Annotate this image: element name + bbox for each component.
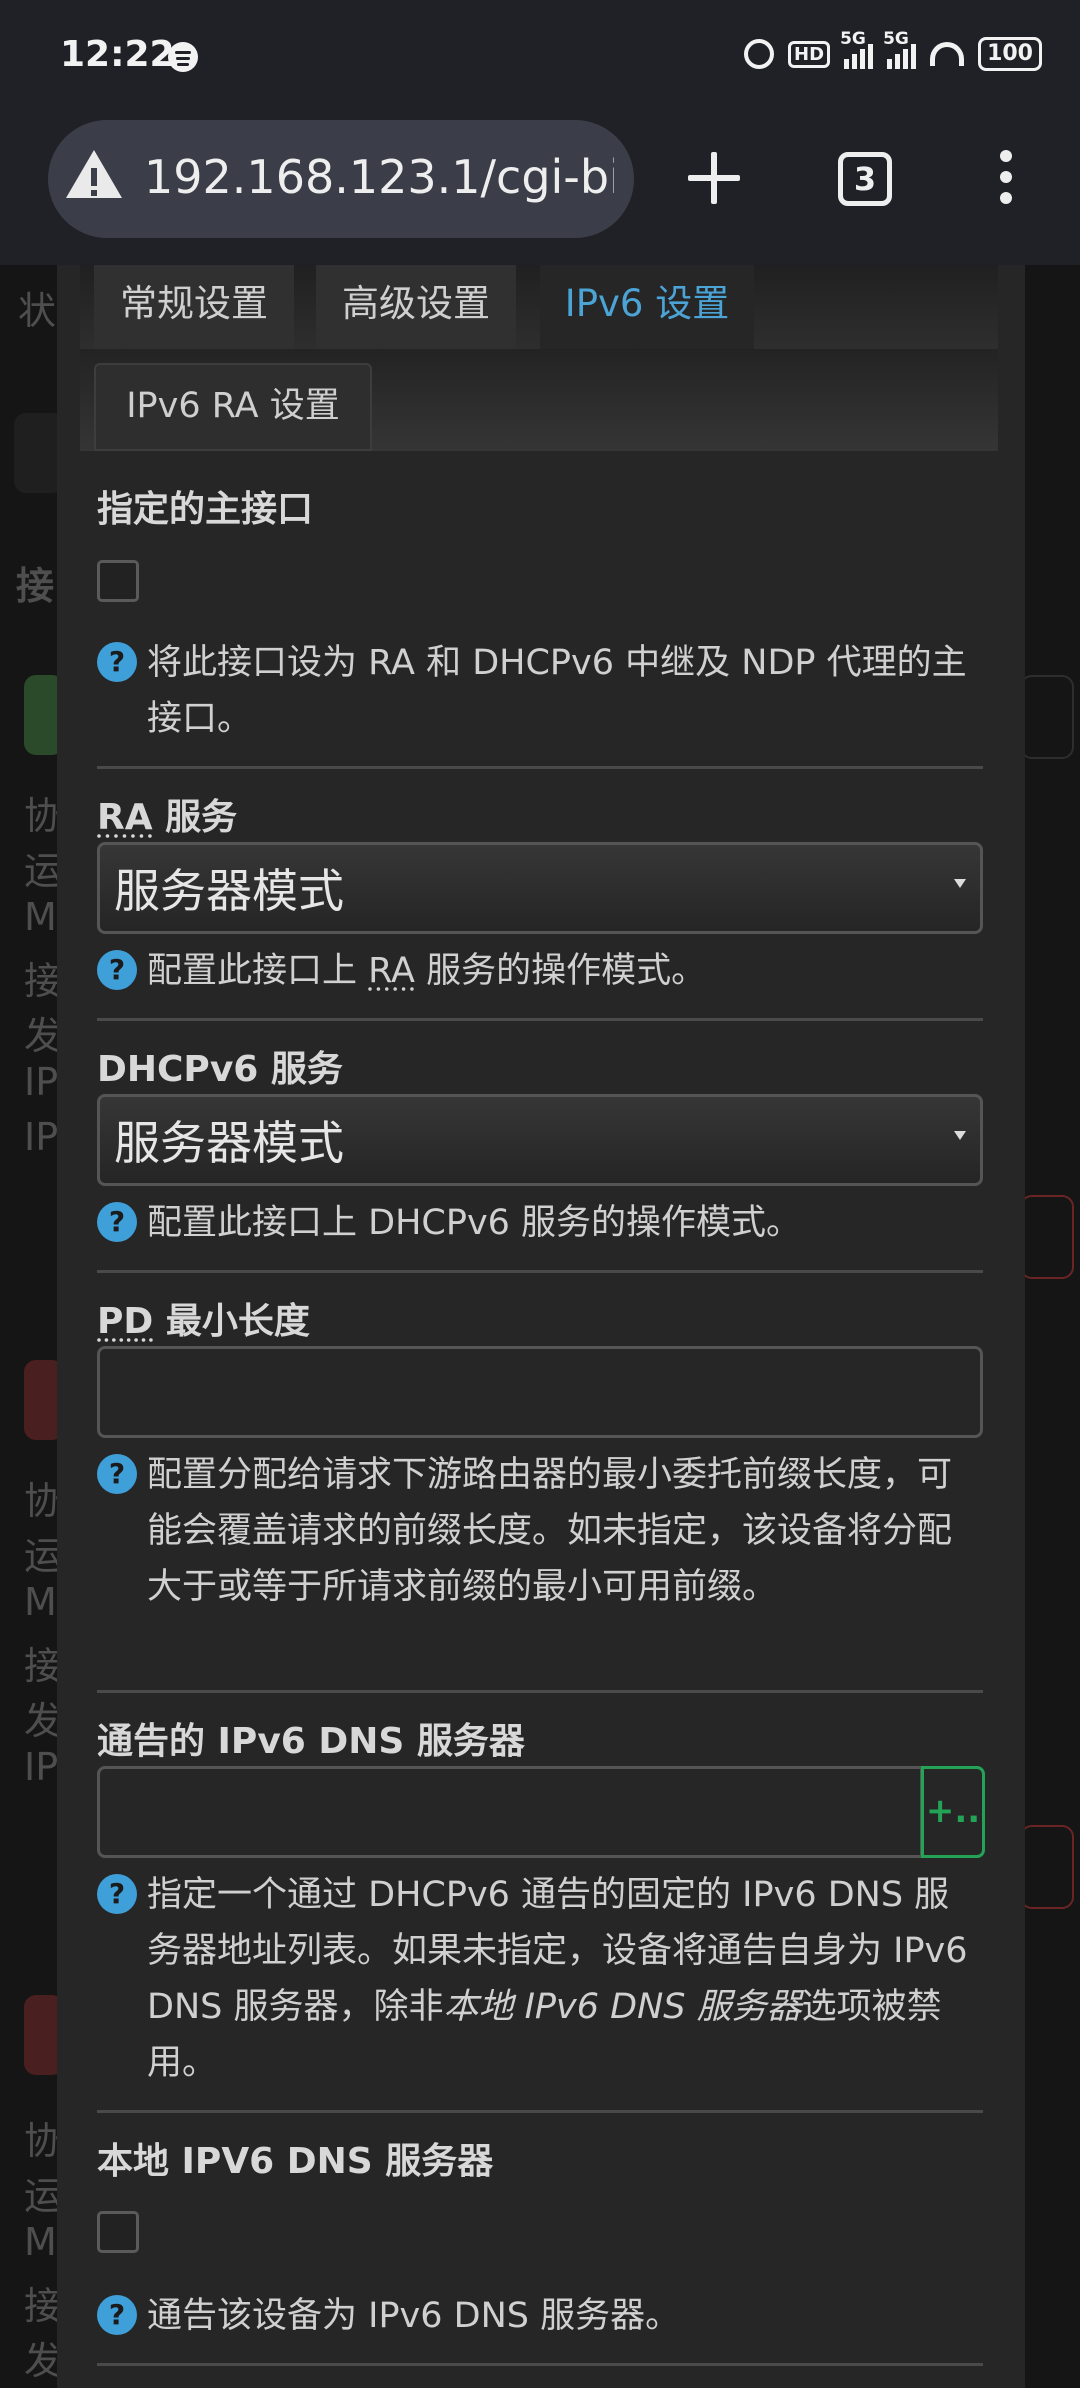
help-text: 通告该设备为 IPv6 DNS 服务器。 bbox=[147, 2296, 681, 2336]
help-icon: ? bbox=[97, 1202, 137, 1242]
url-text[interactable]: 192.168.123.1/cgi-bin/luci/ bbox=[144, 150, 614, 210]
help-icon: ? bbox=[97, 1874, 137, 1914]
ra-service-label-text: 服务 bbox=[152, 797, 238, 838]
pd-min-length-help: ? 配置分配给请求下游路由器的最小委托前缀长度，可能会覆盖请求的前缀长度。如未指… bbox=[97, 1447, 983, 1615]
bg-text: M bbox=[24, 1580, 57, 1624]
bg-text: M bbox=[24, 895, 57, 939]
dhcpv6-service-label: DHCPv6 服务 bbox=[97, 1049, 343, 1090]
bg-text: M bbox=[24, 2220, 57, 2264]
tab-advanced-settings[interactable]: 高级设置 bbox=[316, 265, 516, 349]
help-text: 配置分配给请求下游路由器的最小委托前缀长度，可能会覆盖请求的前缀长度。如未指定，… bbox=[147, 1455, 953, 1607]
announced-dns-help: ? 指定一个通过 DHCPv6 通告的固定的 IPv6 DNS 服务器地址列表。… bbox=[97, 1867, 983, 2091]
master-interface-checkbox[interactable] bbox=[97, 560, 139, 602]
local-dns-help: ? 通告该设备为 IPv6 DNS 服务器。 bbox=[97, 2288, 983, 2344]
chevron-down-icon bbox=[954, 1131, 966, 1140]
help-icon: ? bbox=[97, 642, 137, 682]
browser-chrome: 12:22 HD 5G 5G 100 192.168.123.1/cgi-bin… bbox=[0, 0, 1080, 265]
battery-icon: 100 bbox=[978, 37, 1042, 71]
announced-dns-input[interactable] bbox=[97, 1766, 923, 1858]
pd-min-length-label: PD 最小长度 bbox=[97, 1292, 310, 1344]
dhcpv6-service-select[interactable]: 服务器模式 bbox=[97, 1094, 983, 1186]
local-dns-label: 本地 IPV6 DNS 服务器 bbox=[97, 2141, 494, 2182]
divider bbox=[97, 2110, 983, 2113]
warning-icon-mark bbox=[91, 168, 97, 186]
announced-dns-label: 通告的 IPv6 DNS 服务器 bbox=[97, 1721, 525, 1762]
tab-switcher-button[interactable]: 3 bbox=[838, 152, 892, 206]
divider bbox=[97, 2363, 983, 2366]
status-bar: 12:22 HD 5G 5G 100 bbox=[0, 0, 1080, 110]
pd-min-length-label-text: 最小长度 bbox=[153, 1301, 310, 1342]
divider bbox=[97, 1690, 983, 1693]
add-dns-button[interactable]: +.. bbox=[921, 1766, 985, 1858]
spotify-icon bbox=[168, 42, 198, 72]
master-interface-label: 指定的主接口 bbox=[97, 489, 314, 530]
tab-bar: 常规设置 高级设置 IPv6 设置 bbox=[80, 265, 998, 349]
help-icon: ? bbox=[97, 1454, 137, 1494]
bg-box-right bbox=[1020, 675, 1074, 759]
help-text: 配置此接口上 DHCPv6 服务的操作模式。 bbox=[147, 1203, 802, 1243]
ra-abbr: RA bbox=[97, 797, 153, 838]
status-icons: HD 5G 5G 100 bbox=[744, 29, 1042, 74]
dhcpv6-service-help: ? 配置此接口上 DHCPv6 服务的操作模式。 bbox=[97, 1195, 983, 1251]
warning-icon-dot bbox=[91, 190, 97, 196]
help-text: 配置此接口上 RA 服务的操作模式。 bbox=[147, 943, 983, 999]
master-interface-help: ? 将此接口设为 RA 和 DHCPv6 中继及 NDP 代理的主接口。 bbox=[97, 635, 983, 747]
signal-icon: 5G bbox=[883, 29, 917, 69]
alarm-icon bbox=[744, 39, 775, 69]
help-text-emphasis: 本地 IPv6 DNS 服务器 bbox=[443, 1987, 802, 2027]
bg-text: 状 bbox=[18, 289, 57, 333]
bg-button-red bbox=[1020, 1825, 1074, 1909]
hd-voice-icon: HD bbox=[788, 40, 831, 68]
help-text: 指定一个通过 DHCPv6 通告的固定的 IPv6 DNS 服务器地址列表。如果… bbox=[147, 1867, 983, 2091]
ra-service-label: RA 服务 bbox=[97, 788, 237, 840]
help-text: 将此接口设为 RA 和 DHCPv6 中继及 NDP 代理的主接口。 bbox=[147, 643, 967, 739]
ra-service-value: 服务器模式 bbox=[114, 864, 344, 918]
network-type-label: 5G bbox=[840, 29, 866, 49]
subtab-ipv6-ra-settings[interactable]: IPv6 RA 设置 bbox=[94, 363, 372, 451]
network-type-label: 5G bbox=[883, 29, 909, 49]
chevron-down-icon bbox=[954, 879, 966, 888]
divider bbox=[97, 1018, 983, 1021]
ra-service-select[interactable]: 服务器模式 bbox=[97, 842, 983, 934]
local-dns-checkbox[interactable] bbox=[97, 2211, 139, 2253]
bg-button-red bbox=[1020, 1195, 1074, 1279]
help-icon: ? bbox=[97, 2295, 137, 2335]
pd-abbr: PD bbox=[97, 1301, 154, 1342]
dhcpv6-service-value: 服务器模式 bbox=[114, 1116, 344, 1170]
divider bbox=[97, 1270, 983, 1273]
bg-text: IP bbox=[24, 1745, 59, 1789]
tab-ipv6-settings[interactable]: IPv6 设置 bbox=[540, 265, 754, 349]
bg-text: IP bbox=[24, 1060, 59, 1104]
pd-min-length-input[interactable] bbox=[97, 1346, 983, 1438]
ra-service-help: ? 配置此接口上 RA 服务的操作模式。 bbox=[97, 943, 983, 999]
interface-settings-modal: 常规设置 高级设置 IPv6 设置 IPv6 RA 设置 指定的主接口 ? 将此… bbox=[57, 265, 1025, 2388]
ra-abbr: RA bbox=[368, 951, 415, 991]
help-text-post: 服务的操作模式。 bbox=[414, 951, 707, 991]
divider bbox=[97, 766, 983, 769]
bg-text: 接 bbox=[16, 564, 55, 608]
help-icon: ? bbox=[97, 950, 137, 990]
menu-icon[interactable] bbox=[996, 150, 1016, 210]
new-tab-icon[interactable] bbox=[684, 148, 744, 208]
signal-icon: 5G bbox=[840, 29, 874, 69]
help-text-pre: 配置此接口上 bbox=[147, 951, 369, 991]
bg-text: IP bbox=[24, 1115, 59, 1159]
status-time: 12:22 bbox=[60, 34, 175, 75]
wifi-icon bbox=[930, 42, 965, 66]
tab-general-settings[interactable]: 常规设置 bbox=[94, 265, 294, 349]
